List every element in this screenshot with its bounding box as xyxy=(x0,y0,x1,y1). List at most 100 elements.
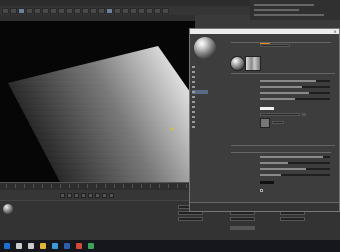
channel-checkbox[interactable] xyxy=(192,75,195,79)
name-field[interactable] xyxy=(260,44,290,48)
channel-item-selected[interactable] xyxy=(192,90,208,94)
array-icon[interactable] xyxy=(130,7,137,14)
search-icon[interactable] xyxy=(16,243,22,249)
spline-icon[interactable] xyxy=(114,7,121,14)
channel-checkbox[interactable] xyxy=(192,120,195,124)
render-settings-icon[interactable] xyxy=(98,7,105,14)
close-icon[interactable]: × xyxy=(332,29,338,34)
rotation-b-field[interactable] xyxy=(280,217,305,221)
checkbox[interactable] xyxy=(260,189,263,193)
nurbs-icon[interactable] xyxy=(122,7,129,14)
channel-checkbox[interactable] xyxy=(192,105,195,109)
chat-icon[interactable] xyxy=(88,243,94,249)
3d-viewport[interactable] xyxy=(0,21,195,182)
slider[interactable] xyxy=(260,85,330,88)
go-to-start-icon[interactable] xyxy=(60,192,65,198)
texture-swatch[interactable] xyxy=(245,56,261,71)
color-swatch[interactable] xyxy=(260,107,274,111)
slider[interactable] xyxy=(260,97,330,100)
next-frame-icon[interactable] xyxy=(88,192,93,198)
channel-item[interactable] xyxy=(192,110,208,114)
slider[interactable] xyxy=(260,167,330,170)
x-axis-icon[interactable] xyxy=(50,7,57,14)
texture-field[interactable] xyxy=(260,113,300,117)
move-icon[interactable] xyxy=(26,7,33,14)
object-row[interactable] xyxy=(254,9,299,11)
channel-checkbox[interactable] xyxy=(192,80,195,84)
size-z-field[interactable] xyxy=(230,217,255,221)
channel-item[interactable] xyxy=(192,85,208,89)
channel-item[interactable] xyxy=(192,115,208,119)
channel-item[interactable] xyxy=(192,75,208,79)
section-header xyxy=(231,149,331,153)
bitmap-thumbnail[interactable] xyxy=(260,117,270,128)
next-key-icon[interactable] xyxy=(95,192,100,198)
slider[interactable] xyxy=(260,91,330,94)
play-icon[interactable] xyxy=(81,192,86,198)
browser-icon[interactable] xyxy=(52,243,58,249)
render-icon[interactable] xyxy=(90,7,97,14)
channel-checkbox[interactable] xyxy=(192,65,195,69)
channel-checkbox[interactable] xyxy=(192,95,195,99)
bitmap-field[interactable] xyxy=(272,121,284,125)
channel-checkbox[interactable] xyxy=(192,115,195,119)
light-icon[interactable] xyxy=(162,7,169,14)
select-icon[interactable] xyxy=(18,7,25,14)
section-header xyxy=(231,39,331,43)
window-title xyxy=(190,29,339,34)
channel-item[interactable] xyxy=(192,105,208,109)
rotate-icon[interactable] xyxy=(42,7,49,14)
material-thumbnail[interactable] xyxy=(3,204,13,214)
divider xyxy=(231,73,335,74)
previous-key-icon[interactable] xyxy=(67,192,72,198)
color-swatch[interactable] xyxy=(260,181,274,185)
cube-icon[interactable] xyxy=(106,7,113,14)
channel-checkbox[interactable] xyxy=(192,125,195,129)
slider[interactable] xyxy=(260,79,330,82)
y-axis-icon[interactable] xyxy=(58,7,65,14)
channel-item[interactable] xyxy=(192,100,208,104)
slider[interactable] xyxy=(260,173,330,176)
apply-button[interactable] xyxy=(230,226,255,230)
scene-icon[interactable] xyxy=(146,7,153,14)
cinema4d-icon[interactable] xyxy=(64,243,70,249)
channel-item[interactable] xyxy=(192,65,208,69)
scale-icon[interactable] xyxy=(34,7,41,14)
camera-icon[interactable] xyxy=(154,7,161,14)
undo-icon[interactable] xyxy=(2,7,9,14)
windows-icon[interactable] xyxy=(4,243,10,249)
material-editor-window: × xyxy=(189,28,340,212)
channel-item[interactable] xyxy=(192,70,208,74)
slider[interactable] xyxy=(260,155,330,158)
task-view-icon[interactable] xyxy=(28,243,34,249)
material-preview[interactable] xyxy=(194,37,216,59)
deformer-icon[interactable] xyxy=(138,7,145,14)
channel-checkbox[interactable] xyxy=(192,70,195,74)
color-row xyxy=(238,181,274,185)
position-z-field[interactable] xyxy=(178,217,203,221)
slider-row xyxy=(238,173,330,177)
coordinate-icon[interactable] xyxy=(74,7,81,14)
object-row[interactable] xyxy=(254,4,314,6)
go-to-end-icon[interactable] xyxy=(102,192,107,198)
channel-checkbox[interactable] xyxy=(192,110,195,114)
material-manager xyxy=(0,200,170,240)
color-row xyxy=(238,107,274,111)
channel-item[interactable] xyxy=(192,120,208,124)
channel-checkbox[interactable] xyxy=(192,85,195,89)
slider[interactable] xyxy=(260,161,330,164)
channel-item[interactable] xyxy=(192,95,208,99)
channel-checkbox[interactable] xyxy=(192,90,195,94)
record-icon[interactable] xyxy=(109,192,114,198)
object-row[interactable] xyxy=(254,14,324,16)
redo-icon[interactable] xyxy=(10,7,17,14)
channel-item[interactable] xyxy=(192,125,208,129)
explorer-icon[interactable] xyxy=(40,243,46,249)
media-icon[interactable] xyxy=(76,243,82,249)
texture-browse-button[interactable] xyxy=(302,113,306,117)
channel-item[interactable] xyxy=(192,80,208,84)
z-axis-icon[interactable] xyxy=(66,7,73,14)
channel-checkbox[interactable] xyxy=(192,100,195,104)
render-view-icon[interactable] xyxy=(82,7,89,14)
previous-frame-icon[interactable] xyxy=(74,192,79,198)
